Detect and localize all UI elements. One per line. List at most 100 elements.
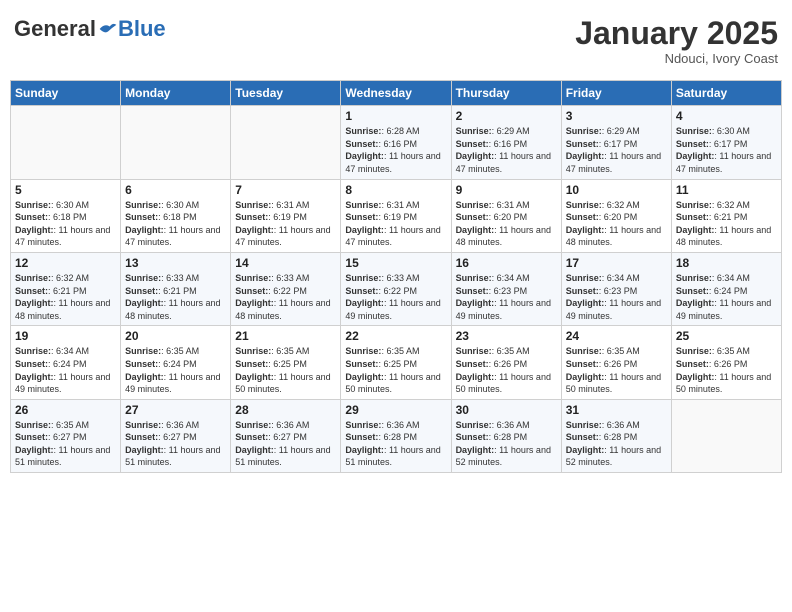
daylight-info: Daylight:: 11 hours and 48 minutes. [676, 225, 771, 248]
day-info: Sunrise:: 6:35 AMSunset:: 6:25 PMDayligh… [345, 345, 446, 395]
sunset-info: Sunset:: 6:28 PM [345, 432, 417, 442]
month-title: January 2025 [575, 16, 778, 51]
sunset-info: Sunset:: 6:19 PM [235, 212, 307, 222]
sunrise-info: Sunrise:: 6:35 AM [15, 420, 89, 430]
calendar-cell [231, 106, 341, 179]
day-info: Sunrise:: 6:33 AMSunset:: 6:22 PMDayligh… [235, 272, 336, 322]
daylight-info: Daylight:: 11 hours and 47 minutes. [676, 151, 771, 174]
day-info: Sunrise:: 6:35 AMSunset:: 6:25 PMDayligh… [235, 345, 336, 395]
day-number: 14 [235, 256, 336, 270]
sunrise-info: Sunrise:: 6:35 AM [125, 346, 199, 356]
day-number: 11 [676, 183, 777, 197]
day-info: Sunrise:: 6:31 AMSunset:: 6:20 PMDayligh… [456, 199, 557, 249]
day-info: Sunrise:: 6:30 AMSunset:: 6:18 PMDayligh… [125, 199, 226, 249]
day-number: 4 [676, 109, 777, 123]
day-number: 18 [676, 256, 777, 270]
sunrise-info: Sunrise:: 6:29 AM [456, 126, 530, 136]
day-info: Sunrise:: 6:36 AMSunset:: 6:28 PMDayligh… [345, 419, 446, 469]
day-info: Sunrise:: 6:36 AMSunset:: 6:28 PMDayligh… [456, 419, 557, 469]
daylight-info: Daylight:: 11 hours and 50 minutes. [345, 372, 440, 395]
day-info: Sunrise:: 6:34 AMSunset:: 6:23 PMDayligh… [456, 272, 557, 322]
daylight-info: Daylight:: 11 hours and 47 minutes. [15, 225, 110, 248]
calendar-cell: 24Sunrise:: 6:35 AMSunset:: 6:26 PMDayli… [561, 326, 671, 399]
day-number: 16 [456, 256, 557, 270]
day-info: Sunrise:: 6:31 AMSunset:: 6:19 PMDayligh… [235, 199, 336, 249]
calendar-week-4: 19Sunrise:: 6:34 AMSunset:: 6:24 PMDayli… [11, 326, 782, 399]
weekday-header-wednesday: Wednesday [341, 81, 451, 106]
sunrise-info: Sunrise:: 6:31 AM [345, 200, 419, 210]
sunset-info: Sunset:: 6:19 PM [345, 212, 417, 222]
daylight-info: Daylight:: 11 hours and 50 minutes. [566, 372, 661, 395]
day-number: 21 [235, 329, 336, 343]
calendar-week-2: 5Sunrise:: 6:30 AMSunset:: 6:18 PMDaylig… [11, 179, 782, 252]
calendar-cell: 7Sunrise:: 6:31 AMSunset:: 6:19 PMDaylig… [231, 179, 341, 252]
calendar-cell: 8Sunrise:: 6:31 AMSunset:: 6:19 PMDaylig… [341, 179, 451, 252]
day-number: 2 [456, 109, 557, 123]
sunrise-info: Sunrise:: 6:36 AM [125, 420, 199, 430]
daylight-info: Daylight:: 11 hours and 51 minutes. [235, 445, 330, 468]
sunrise-info: Sunrise:: 6:31 AM [456, 200, 530, 210]
sunrise-info: Sunrise:: 6:34 AM [676, 273, 750, 283]
day-number: 10 [566, 183, 667, 197]
sunset-info: Sunset:: 6:26 PM [566, 359, 638, 369]
calendar-cell: 5Sunrise:: 6:30 AMSunset:: 6:18 PMDaylig… [11, 179, 121, 252]
sunrise-info: Sunrise:: 6:36 AM [566, 420, 640, 430]
calendar-cell: 14Sunrise:: 6:33 AMSunset:: 6:22 PMDayli… [231, 252, 341, 325]
title-block: January 2025 Ndouci, Ivory Coast [575, 16, 778, 66]
calendar-week-3: 12Sunrise:: 6:32 AMSunset:: 6:21 PMDayli… [11, 252, 782, 325]
daylight-info: Daylight:: 11 hours and 47 minutes. [125, 225, 220, 248]
sunset-info: Sunset:: 6:21 PM [125, 286, 197, 296]
day-number: 23 [456, 329, 557, 343]
sunrise-info: Sunrise:: 6:29 AM [566, 126, 640, 136]
weekday-header-friday: Friday [561, 81, 671, 106]
calendar-cell: 1Sunrise:: 6:28 AMSunset:: 6:16 PMDaylig… [341, 106, 451, 179]
day-info: Sunrise:: 6:35 AMSunset:: 6:27 PMDayligh… [15, 419, 116, 469]
day-number: 3 [566, 109, 667, 123]
day-info: Sunrise:: 6:32 AMSunset:: 6:21 PMDayligh… [676, 199, 777, 249]
day-info: Sunrise:: 6:32 AMSunset:: 6:20 PMDayligh… [566, 199, 667, 249]
day-number: 9 [456, 183, 557, 197]
calendar-cell: 6Sunrise:: 6:30 AMSunset:: 6:18 PMDaylig… [121, 179, 231, 252]
daylight-info: Daylight:: 11 hours and 52 minutes. [566, 445, 661, 468]
daylight-info: Daylight:: 11 hours and 51 minutes. [345, 445, 440, 468]
daylight-info: Daylight:: 11 hours and 48 minutes. [15, 298, 110, 321]
sunset-info: Sunset:: 6:23 PM [456, 286, 528, 296]
calendar-cell: 30Sunrise:: 6:36 AMSunset:: 6:28 PMDayli… [451, 399, 561, 472]
sunrise-info: Sunrise:: 6:34 AM [566, 273, 640, 283]
sunset-info: Sunset:: 6:16 PM [456, 139, 528, 149]
day-number: 31 [566, 403, 667, 417]
calendar-cell: 31Sunrise:: 6:36 AMSunset:: 6:28 PMDayli… [561, 399, 671, 472]
sunrise-info: Sunrise:: 6:35 AM [566, 346, 640, 356]
day-info: Sunrise:: 6:32 AMSunset:: 6:21 PMDayligh… [15, 272, 116, 322]
sunset-info: Sunset:: 6:24 PM [125, 359, 197, 369]
sunset-info: Sunset:: 6:26 PM [676, 359, 748, 369]
day-info: Sunrise:: 6:30 AMSunset:: 6:17 PMDayligh… [676, 125, 777, 175]
calendar-cell: 27Sunrise:: 6:36 AMSunset:: 6:27 PMDayli… [121, 399, 231, 472]
sunrise-info: Sunrise:: 6:35 AM [456, 346, 530, 356]
calendar-cell: 11Sunrise:: 6:32 AMSunset:: 6:21 PMDayli… [671, 179, 781, 252]
sunset-info: Sunset:: 6:21 PM [676, 212, 748, 222]
sunrise-info: Sunrise:: 6:30 AM [676, 126, 750, 136]
logo-bird-icon [98, 19, 118, 39]
calendar-cell: 26Sunrise:: 6:35 AMSunset:: 6:27 PMDayli… [11, 399, 121, 472]
calendar-cell: 17Sunrise:: 6:34 AMSunset:: 6:23 PMDayli… [561, 252, 671, 325]
weekday-header-row: SundayMondayTuesdayWednesdayThursdayFrid… [11, 81, 782, 106]
calendar-cell: 2Sunrise:: 6:29 AMSunset:: 6:16 PMDaylig… [451, 106, 561, 179]
sunset-info: Sunset:: 6:27 PM [15, 432, 87, 442]
day-number: 20 [125, 329, 226, 343]
weekday-header-saturday: Saturday [671, 81, 781, 106]
sunset-info: Sunset:: 6:17 PM [676, 139, 748, 149]
calendar-cell: 16Sunrise:: 6:34 AMSunset:: 6:23 PMDayli… [451, 252, 561, 325]
logo-blue-text: Blue [118, 16, 166, 41]
sunset-info: Sunset:: 6:17 PM [566, 139, 638, 149]
day-info: Sunrise:: 6:35 AMSunset:: 6:26 PMDayligh… [566, 345, 667, 395]
calendar-week-5: 26Sunrise:: 6:35 AMSunset:: 6:27 PMDayli… [11, 399, 782, 472]
sunset-info: Sunset:: 6:20 PM [456, 212, 528, 222]
day-info: Sunrise:: 6:29 AMSunset:: 6:17 PMDayligh… [566, 125, 667, 175]
day-number: 5 [15, 183, 116, 197]
sunrise-info: Sunrise:: 6:35 AM [235, 346, 309, 356]
day-info: Sunrise:: 6:33 AMSunset:: 6:22 PMDayligh… [345, 272, 446, 322]
sunrise-info: Sunrise:: 6:33 AM [235, 273, 309, 283]
day-info: Sunrise:: 6:35 AMSunset:: 6:24 PMDayligh… [125, 345, 226, 395]
calendar-cell [671, 399, 781, 472]
